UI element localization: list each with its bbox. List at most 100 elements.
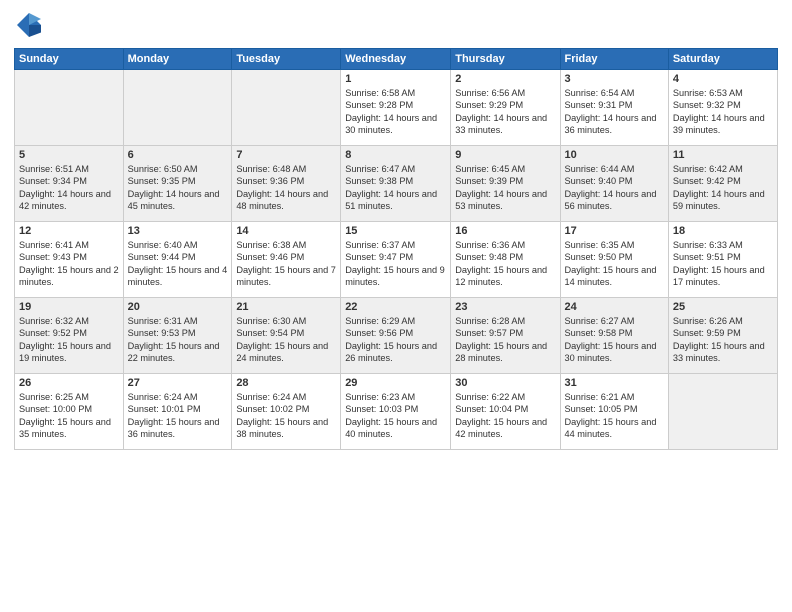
day-info: Sunrise: 6:48 AMSunset: 9:36 PMDaylight:… [236, 163, 336, 213]
day-number: 30 [455, 377, 555, 389]
day-info: Sunrise: 6:37 AMSunset: 9:47 PMDaylight:… [345, 239, 446, 289]
day-number: 23 [455, 301, 555, 313]
day-info: Sunrise: 6:29 AMSunset: 9:56 PMDaylight:… [345, 315, 446, 365]
day-number: 22 [345, 301, 446, 313]
day-info: Sunrise: 6:21 AMSunset: 10:05 PMDaylight… [565, 391, 664, 441]
day-info: Sunrise: 6:22 AMSunset: 10:04 PMDaylight… [455, 391, 555, 441]
calendar-cell: 19 Sunrise: 6:32 AMSunset: 9:52 PMDayligh… [15, 298, 124, 374]
day-number: 9 [455, 149, 555, 161]
day-number: 16 [455, 225, 555, 237]
day-number: 6 [128, 149, 228, 161]
day-info: Sunrise: 6:54 AMSunset: 9:31 PMDaylight:… [565, 87, 664, 137]
calendar-cell [668, 374, 777, 450]
calendar-cell: 11 Sunrise: 6:42 AMSunset: 9:42 PMDayligh… [668, 146, 777, 222]
day-header-wednesday: Wednesday [341, 49, 451, 70]
day-number: 4 [673, 73, 773, 85]
day-header-sunday: Sunday [15, 49, 124, 70]
calendar-cell: 3 Sunrise: 6:54 AMSunset: 9:31 PMDaylight… [560, 70, 668, 146]
day-number: 20 [128, 301, 228, 313]
day-number: 31 [565, 377, 664, 389]
day-number: 1 [345, 73, 446, 85]
calendar-header-row: SundayMondayTuesdayWednesdayThursdayFrid… [15, 49, 778, 70]
calendar-cell [232, 70, 341, 146]
calendar-cell [15, 70, 124, 146]
day-info: Sunrise: 6:58 AMSunset: 9:28 PMDaylight:… [345, 87, 446, 137]
logo-icon [14, 10, 44, 40]
calendar-table: SundayMondayTuesdayWednesdayThursdayFrid… [14, 48, 778, 450]
calendar-cell: 26 Sunrise: 6:25 AMSunset: 10:00 PMDaylig… [15, 374, 124, 450]
day-info: Sunrise: 6:31 AMSunset: 9:53 PMDaylight:… [128, 315, 228, 365]
day-number: 27 [128, 377, 228, 389]
day-header-tuesday: Tuesday [232, 49, 341, 70]
day-info: Sunrise: 6:41 AMSunset: 9:43 PMDaylight:… [19, 239, 119, 289]
calendar-week-1: 1 Sunrise: 6:58 AMSunset: 9:28 PMDaylight… [15, 70, 778, 146]
logo [14, 10, 48, 40]
day-number: 17 [565, 225, 664, 237]
day-number: 28 [236, 377, 336, 389]
calendar-cell: 30 Sunrise: 6:22 AMSunset: 10:04 PMDaylig… [451, 374, 560, 450]
day-number: 11 [673, 149, 773, 161]
calendar-week-3: 12 Sunrise: 6:41 AMSunset: 9:43 PMDayligh… [15, 222, 778, 298]
calendar-cell: 20 Sunrise: 6:31 AMSunset: 9:53 PMDayligh… [123, 298, 232, 374]
day-number: 29 [345, 377, 446, 389]
day-info: Sunrise: 6:44 AMSunset: 9:40 PMDaylight:… [565, 163, 664, 213]
calendar-week-5: 26 Sunrise: 6:25 AMSunset: 10:00 PMDaylig… [15, 374, 778, 450]
day-number: 3 [565, 73, 664, 85]
calendar-cell: 16 Sunrise: 6:36 AMSunset: 9:48 PMDayligh… [451, 222, 560, 298]
day-header-friday: Friday [560, 49, 668, 70]
day-info: Sunrise: 6:32 AMSunset: 9:52 PMDaylight:… [19, 315, 119, 365]
calendar-cell: 14 Sunrise: 6:38 AMSunset: 9:46 PMDayligh… [232, 222, 341, 298]
calendar-cell: 7 Sunrise: 6:48 AMSunset: 9:36 PMDaylight… [232, 146, 341, 222]
day-info: Sunrise: 6:40 AMSunset: 9:44 PMDaylight:… [128, 239, 228, 289]
day-info: Sunrise: 6:26 AMSunset: 9:59 PMDaylight:… [673, 315, 773, 365]
day-info: Sunrise: 6:38 AMSunset: 9:46 PMDaylight:… [236, 239, 336, 289]
day-info: Sunrise: 6:36 AMSunset: 9:48 PMDaylight:… [455, 239, 555, 289]
calendar-cell: 8 Sunrise: 6:47 AMSunset: 9:38 PMDaylight… [341, 146, 451, 222]
day-info: Sunrise: 6:51 AMSunset: 9:34 PMDaylight:… [19, 163, 119, 213]
day-info: Sunrise: 6:53 AMSunset: 9:32 PMDaylight:… [673, 87, 773, 137]
day-info: Sunrise: 6:30 AMSunset: 9:54 PMDaylight:… [236, 315, 336, 365]
day-number: 7 [236, 149, 336, 161]
calendar-cell: 29 Sunrise: 6:23 AMSunset: 10:03 PMDaylig… [341, 374, 451, 450]
day-info: Sunrise: 6:56 AMSunset: 9:29 PMDaylight:… [455, 87, 555, 137]
day-info: Sunrise: 6:45 AMSunset: 9:39 PMDaylight:… [455, 163, 555, 213]
day-number: 14 [236, 225, 336, 237]
calendar-cell: 18 Sunrise: 6:33 AMSunset: 9:51 PMDayligh… [668, 222, 777, 298]
day-number: 19 [19, 301, 119, 313]
day-number: 12 [19, 225, 119, 237]
calendar-cell: 13 Sunrise: 6:40 AMSunset: 9:44 PMDayligh… [123, 222, 232, 298]
day-header-monday: Monday [123, 49, 232, 70]
day-number: 5 [19, 149, 119, 161]
day-info: Sunrise: 6:25 AMSunset: 10:00 PMDaylight… [19, 391, 119, 441]
day-info: Sunrise: 6:24 AMSunset: 10:02 PMDaylight… [236, 391, 336, 441]
day-header-thursday: Thursday [451, 49, 560, 70]
calendar-cell: 17Sunrise: 6:35 AMSunset: 9:50 PMDayligh… [560, 222, 668, 298]
day-number: 24 [565, 301, 664, 313]
calendar-cell: 24Sunrise: 6:27 AMSunset: 9:58 PMDayligh… [560, 298, 668, 374]
calendar-cell: 9 Sunrise: 6:45 AMSunset: 9:39 PMDaylight… [451, 146, 560, 222]
calendar-cell: 4 Sunrise: 6:53 AMSunset: 9:32 PMDaylight… [668, 70, 777, 146]
day-number: 21 [236, 301, 336, 313]
page: SundayMondayTuesdayWednesdayThursdayFrid… [0, 0, 792, 612]
day-info: Sunrise: 6:42 AMSunset: 9:42 PMDaylight:… [673, 163, 773, 213]
day-header-saturday: Saturday [668, 49, 777, 70]
calendar-cell: 28 Sunrise: 6:24 AMSunset: 10:02 PMDaylig… [232, 374, 341, 450]
header [14, 10, 778, 40]
day-info: Sunrise: 6:24 AMSunset: 10:01 PMDaylight… [128, 391, 228, 441]
calendar-cell: 10Sunrise: 6:44 AMSunset: 9:40 PMDayligh… [560, 146, 668, 222]
day-info: Sunrise: 6:47 AMSunset: 9:38 PMDaylight:… [345, 163, 446, 213]
calendar-cell: 27 Sunrise: 6:24 AMSunset: 10:01 PMDaylig… [123, 374, 232, 450]
day-number: 2 [455, 73, 555, 85]
calendar-cell [123, 70, 232, 146]
day-number: 13 [128, 225, 228, 237]
day-number: 8 [345, 149, 446, 161]
day-number: 26 [19, 377, 119, 389]
calendar-cell: 22 Sunrise: 6:29 AMSunset: 9:56 PMDayligh… [341, 298, 451, 374]
day-info: Sunrise: 6:33 AMSunset: 9:51 PMDaylight:… [673, 239, 773, 289]
day-number: 18 [673, 225, 773, 237]
calendar-cell: 12 Sunrise: 6:41 AMSunset: 9:43 PMDayligh… [15, 222, 124, 298]
day-number: 15 [345, 225, 446, 237]
day-info: Sunrise: 6:23 AMSunset: 10:03 PMDaylight… [345, 391, 446, 441]
calendar-week-2: 5 Sunrise: 6:51 AMSunset: 9:34 PMDaylight… [15, 146, 778, 222]
calendar-cell: 23Sunrise: 6:28 AMSunset: 9:57 PMDayligh… [451, 298, 560, 374]
